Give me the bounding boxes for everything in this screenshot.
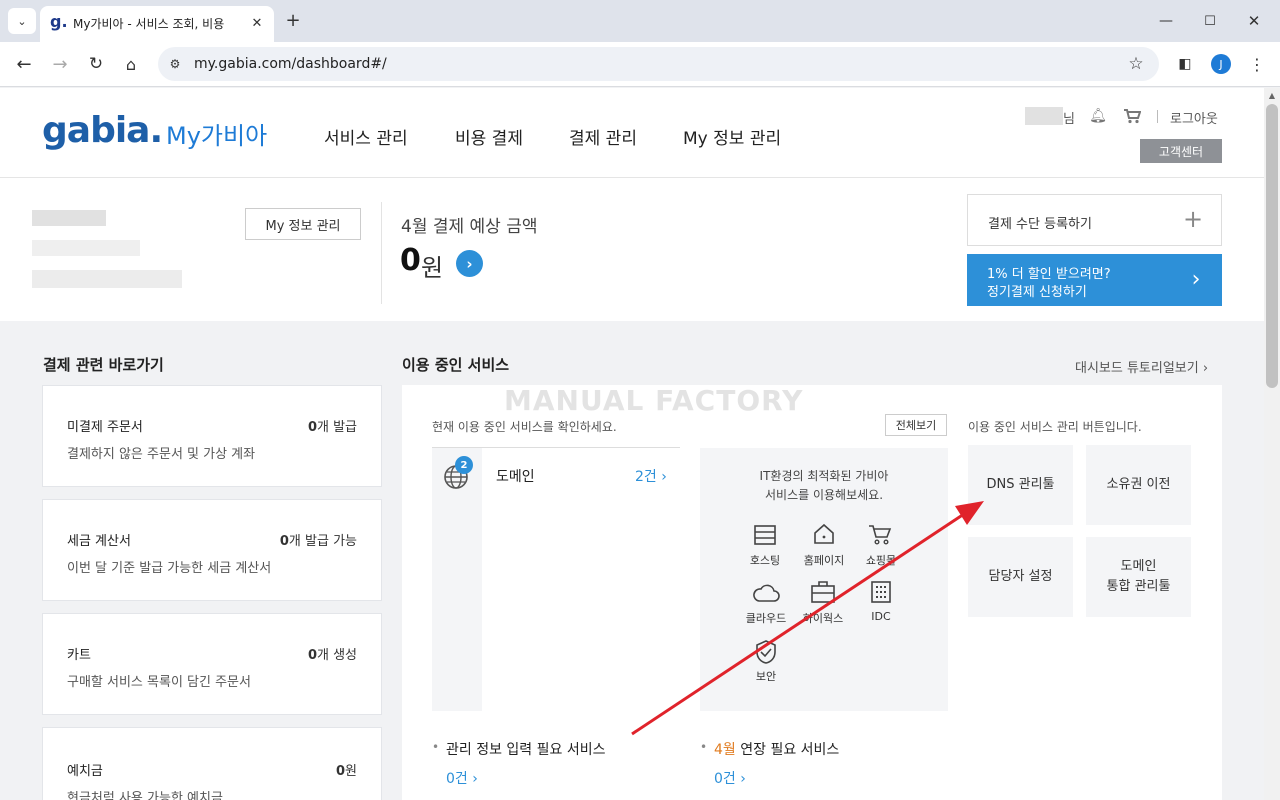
new-tab-icon[interactable]: +	[282, 9, 304, 31]
annotation-arrow	[631, 501, 984, 736]
reload-icon[interactable]: ↻	[84, 52, 108, 76]
minimize-icon[interactable]: —	[1146, 8, 1186, 34]
forward-icon[interactable]: →	[48, 52, 72, 76]
url-text[interactable]: my.gabia.com/dashboard#/	[194, 56, 387, 72]
page-content: gabia. My가비아 서비스 관리 비용 결제 결제 관리 My 정보 관리…	[0, 88, 1264, 800]
scrollbar-thumb[interactable]	[1266, 104, 1278, 388]
side-panel-icon[interactable]: ◧	[1174, 53, 1196, 75]
favicon-icon: g.	[50, 12, 68, 31]
bookmark-star-icon[interactable]: ☆	[1125, 53, 1147, 75]
maximize-icon[interactable]: ☐	[1190, 8, 1230, 34]
close-tab-icon[interactable]: ✕	[248, 14, 266, 32]
home-icon[interactable]: ⌂	[119, 52, 143, 76]
profile-avatar[interactable]: J	[1211, 54, 1231, 74]
close-window-icon[interactable]: ✕	[1234, 8, 1274, 34]
tab-title: My가비아 - 서비스 조회, 비용	[73, 17, 225, 31]
address-bar[interactable]: ⚙ my.gabia.com/dashboard#/ ☆	[158, 47, 1159, 81]
site-info-icon[interactable]: ⚙	[166, 55, 184, 73]
back-icon[interactable]: ←	[12, 52, 36, 76]
browser-tab[interactable]: g. My가비아 - 서비스 조회, 비용 ✕	[40, 6, 274, 42]
scroll-up-icon[interactable]: ▲	[1264, 88, 1280, 102]
menu-kebab-icon[interactable]: ⋮	[1247, 53, 1267, 75]
tab-search-icon[interactable]: ⌄	[8, 8, 36, 34]
